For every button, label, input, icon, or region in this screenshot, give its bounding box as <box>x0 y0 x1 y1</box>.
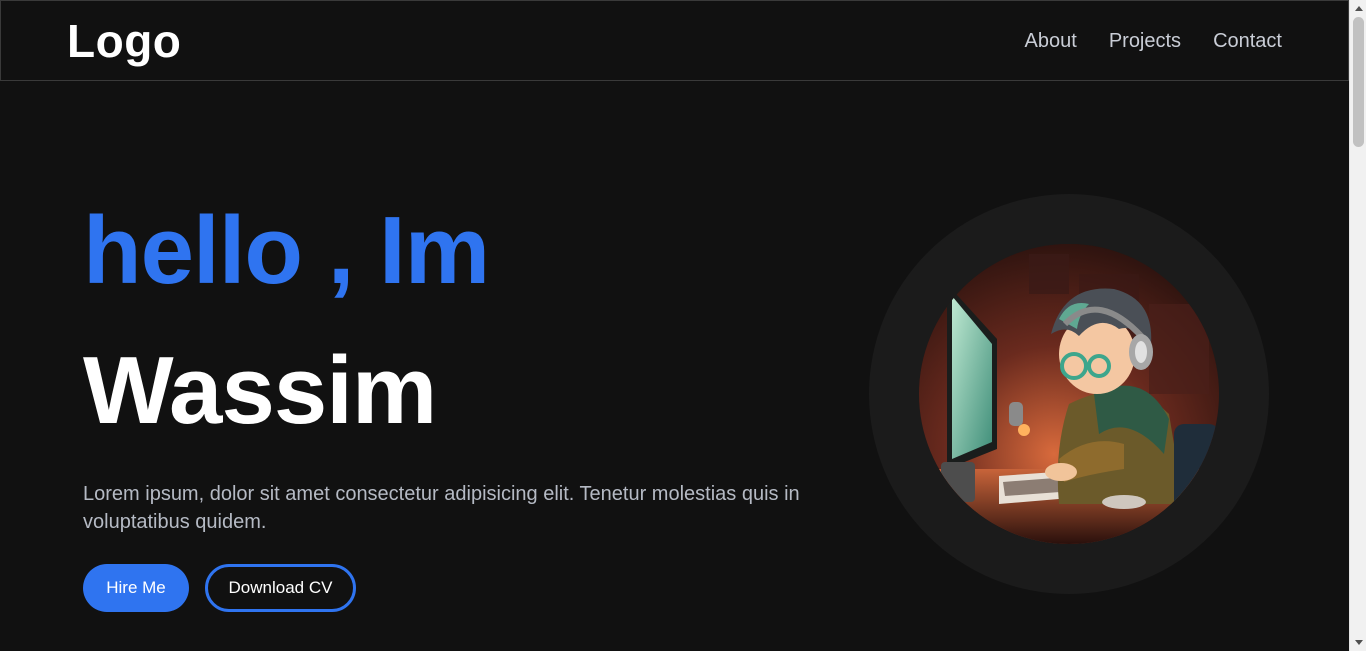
scroll-down-arrow-icon[interactable] <box>1350 634 1366 651</box>
vertical-scrollbar[interactable] <box>1349 0 1366 651</box>
avatar-ring <box>869 194 1269 594</box>
avatar-illustration <box>919 244 1219 544</box>
hero-buttons: Hire Me Download CV <box>83 564 873 612</box>
hero-section: hello , Im Wassim Lorem ipsum, dolor sit… <box>83 196 873 612</box>
nav-link-projects[interactable]: Projects <box>1109 28 1181 54</box>
nav-link-contact[interactable]: Contact <box>1213 28 1282 54</box>
hero-greeting: hello , Im <box>83 197 490 304</box>
hire-me-button[interactable]: Hire Me <box>83 564 189 612</box>
page: Logo About Projects Contact hello , Im W… <box>0 0 1349 651</box>
hero-name: Wassim <box>83 337 437 444</box>
site-logo[interactable]: Logo <box>67 15 181 67</box>
scroll-up-arrow-icon[interactable] <box>1350 0 1366 17</box>
avatar-illustration-graphic <box>919 244 1219 544</box>
scroll-thumb[interactable] <box>1353 17 1364 147</box>
browser-viewport: Logo About Projects Contact hello , Im W… <box>0 0 1366 651</box>
nav-link-about[interactable]: About <box>1025 28 1077 54</box>
hero-bio: Lorem ipsum, dolor sit amet consectetur … <box>83 483 800 533</box>
download-cv-button[interactable]: Download CV <box>205 564 356 612</box>
navbar: Logo About Projects Contact <box>0 0 1349 81</box>
nav-links: About Projects Contact <box>1025 28 1282 54</box>
